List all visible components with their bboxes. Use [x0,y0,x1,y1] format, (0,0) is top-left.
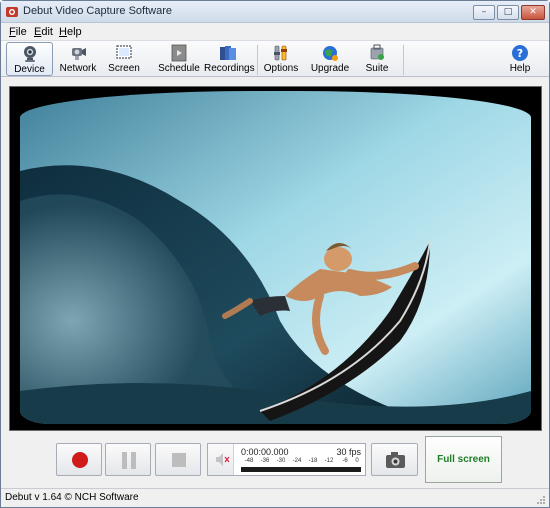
suite-icon [370,44,384,60]
scale-label: -24 [292,458,302,464]
toolbar-options-button[interactable]: Options [262,42,300,76]
status-text: Debut v 1.64 © NCH Software [5,492,139,503]
options-icon [274,45,287,61]
video-preview[interactable] [9,86,542,431]
svg-text:?: ? [517,47,523,60]
close-button[interactable]: ✕ [521,5,545,20]
camera-icon [386,452,405,468]
scale-label: -18 [308,458,318,464]
scale-label: -36 [260,458,270,464]
scale-label: -12 [324,458,334,464]
toolbar-separator [257,45,258,75]
app-window: Debut Video Capture Software – □ ✕ File … [0,0,550,508]
toolbar-suite-button[interactable]: Suite [359,42,395,76]
capture-controls: 0:00:00.000 30 fps -48 -36 -30 -24 -18 -… [1,432,549,487]
schedule-icon [171,44,187,62]
toolbar-device-button[interactable]: Device [6,42,53,76]
window-title: Debut Video Capture Software [23,5,172,17]
stop-icon [172,453,186,467]
snapshot-button[interactable] [371,443,418,476]
record-icon [72,452,88,468]
frame-rate: 30 fps [336,447,361,457]
toolbar-separator [403,45,404,75]
screen-icon [116,45,132,59]
network-camera-icon [72,48,86,60]
scale-label: 0 [355,458,359,464]
resize-grip-icon[interactable] [536,495,546,505]
level-bar [241,467,361,472]
toolbar-help-button[interactable]: ? Help [504,42,536,76]
recording-timecode: 0:00:00.000 [241,447,289,457]
full-screen-button[interactable]: Full screen [425,436,502,483]
toolbar-upgrade-button[interactable]: Upgrade [310,42,350,76]
level-scale: -48 -36 -30 -24 -18 -12 -6 0 [241,458,361,466]
audio-level-meter: 0:00:00.000 30 fps -48 -36 -30 -24 -18 -… [207,443,366,476]
toolbar: Device Network Screen Schedule Recording… [1,40,549,77]
maximize-button[interactable]: □ [497,5,519,20]
menu-file[interactable]: File [9,26,27,38]
stop-button[interactable] [155,443,201,476]
title-bar[interactable]: Debut Video Capture Software – □ ✕ [1,1,549,23]
minimize-button[interactable]: – [473,5,495,20]
webcam-icon [23,46,36,62]
menu-help[interactable]: Help [59,26,82,38]
scale-label: -6 [342,458,348,464]
record-button[interactable] [56,443,102,476]
menu-edit[interactable]: Edit [34,26,53,38]
scale-label: -30 [276,458,286,464]
recordings-icon [220,46,236,60]
pause-button[interactable] [105,443,151,476]
toolbar-schedule-button[interactable]: Schedule [157,42,201,76]
toolbar-recordings-button[interactable]: Recordings [204,42,255,76]
menu-bar: File Edit Help [1,24,549,40]
status-bar: Debut v 1.64 © NCH Software [1,488,549,507]
app-logo-icon [6,7,18,17]
help-icon: ? [512,45,528,61]
toolbar-network-button[interactable]: Network [56,42,100,76]
speaker-icon [216,453,230,466]
pause-icon [122,452,136,469]
toolbar-screen-button[interactable]: Screen [104,42,144,76]
video-frame-image [20,91,531,424]
mute-button[interactable] [208,444,234,475]
scale-label: -48 [244,458,254,464]
upgrade-globe-icon [323,46,338,61]
